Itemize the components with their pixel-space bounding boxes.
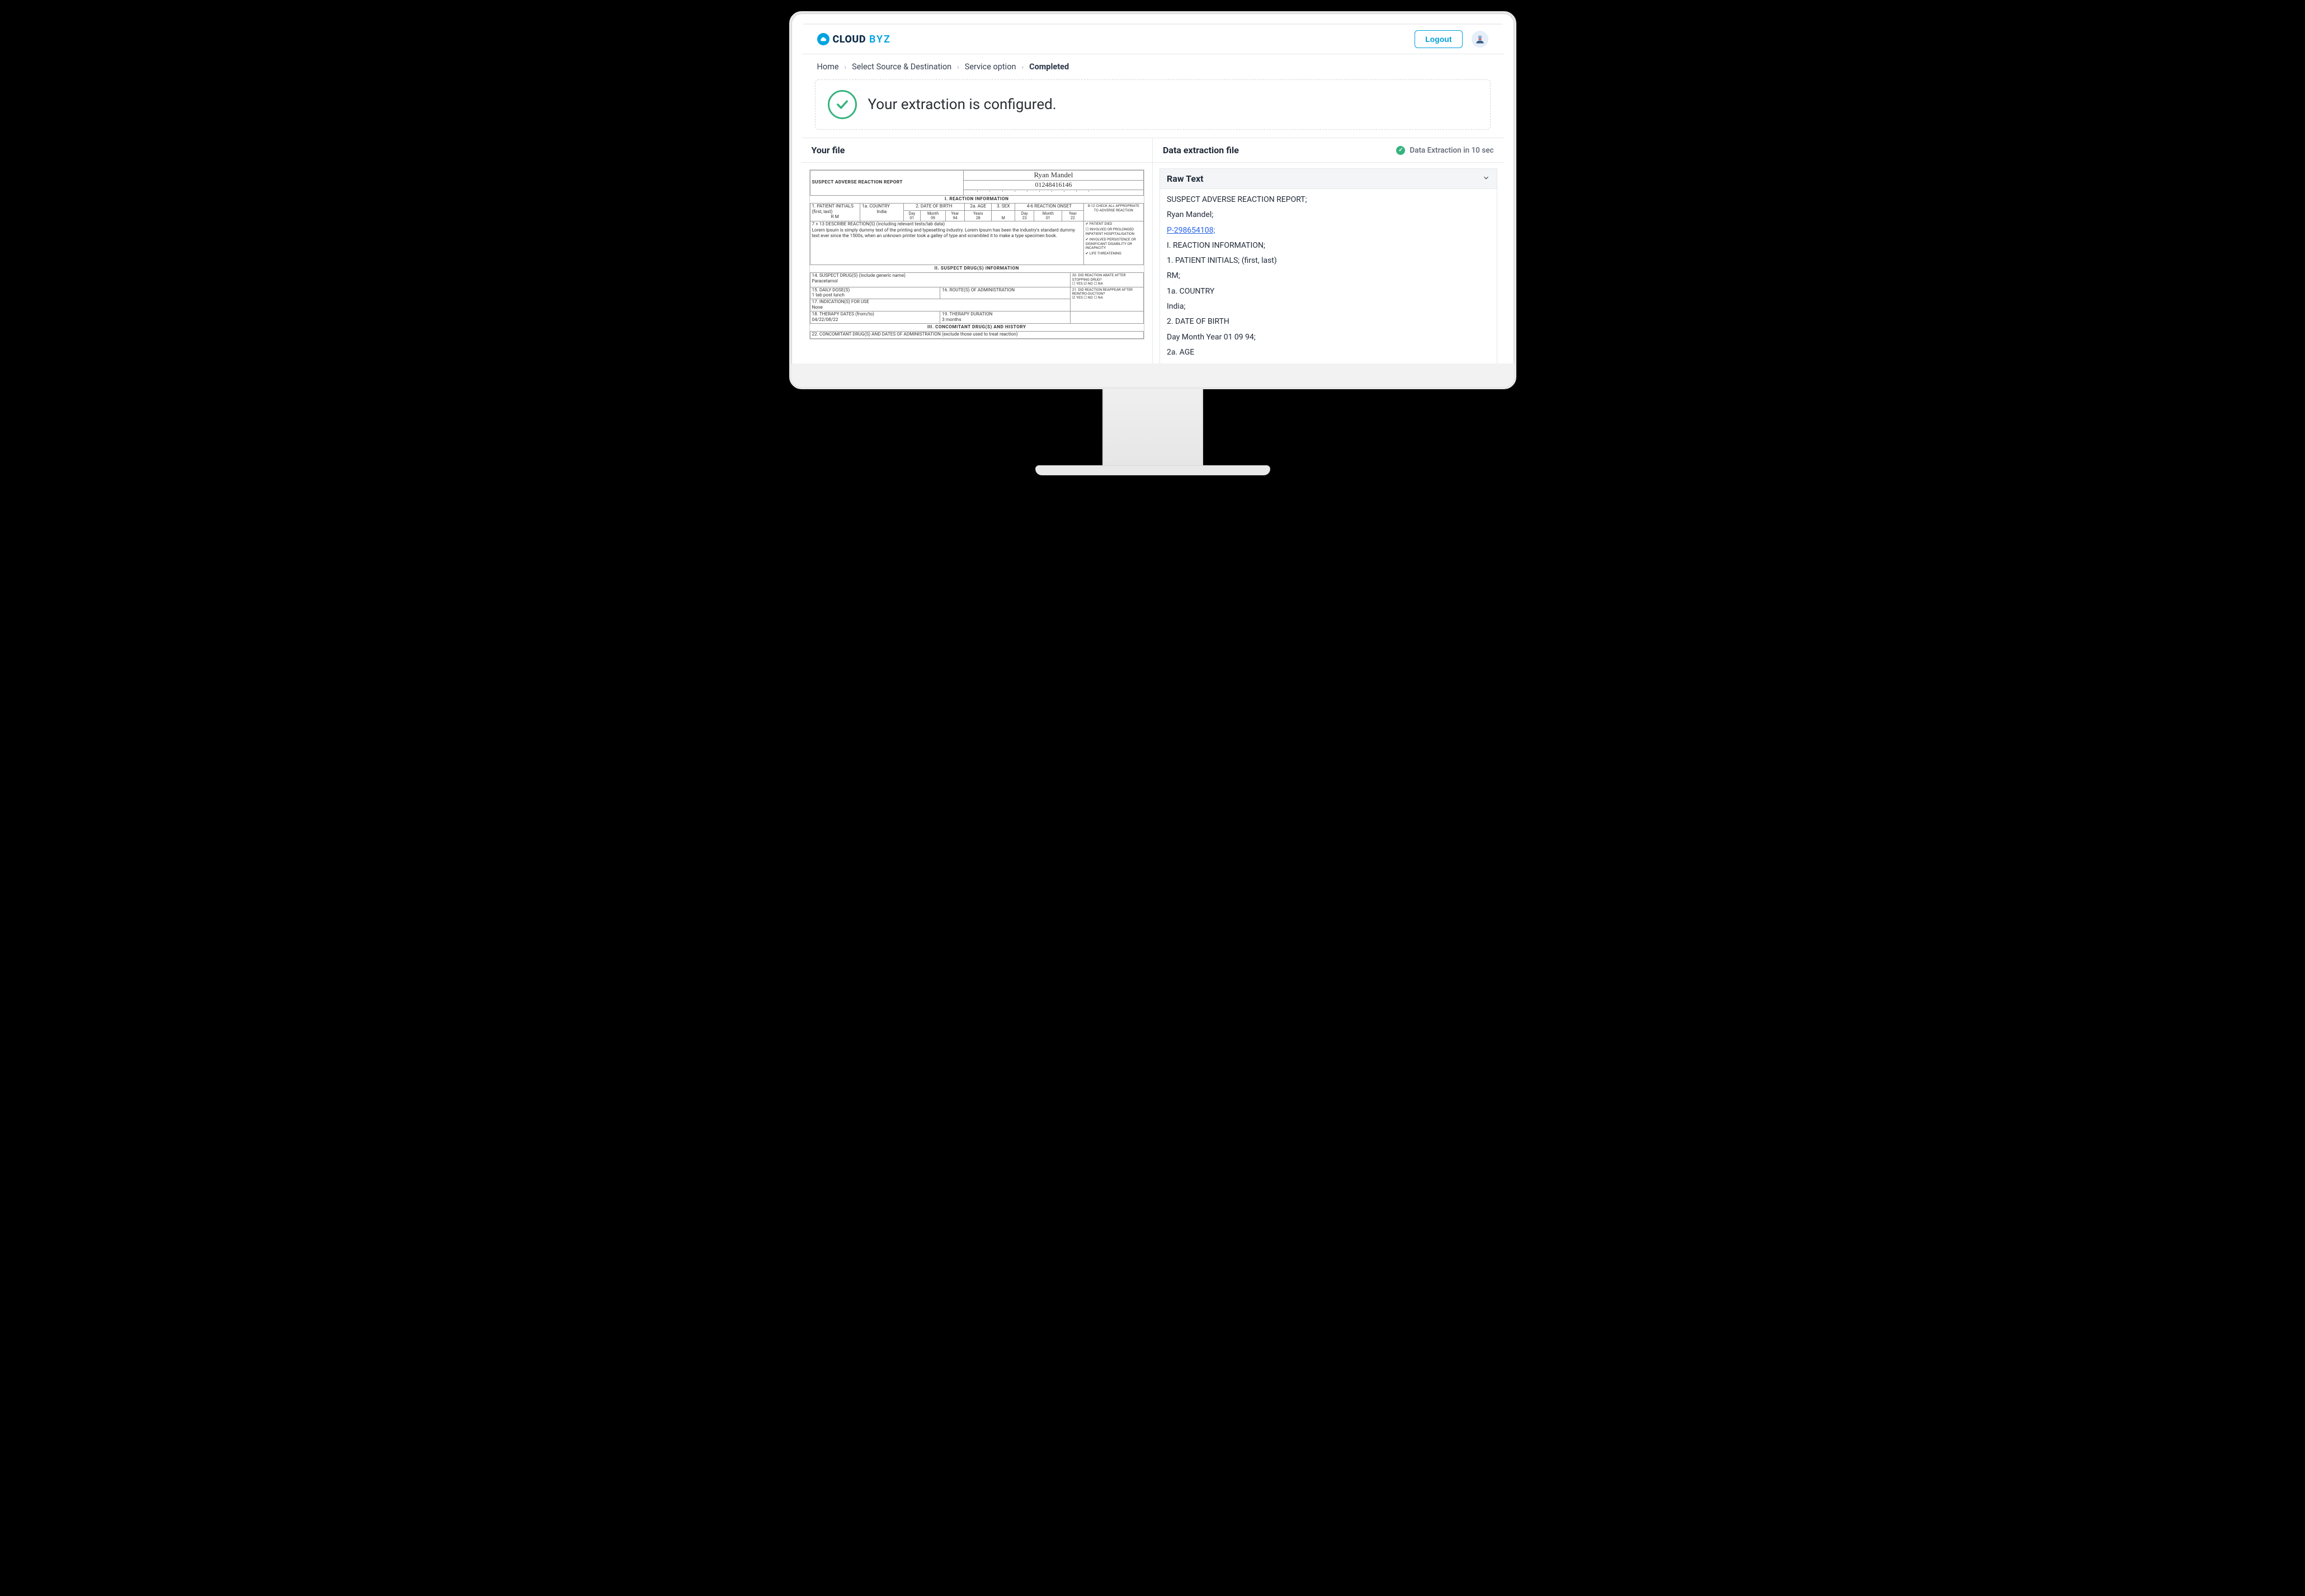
raw-text-line: I. REACTION INFORMATION; bbox=[1167, 238, 1490, 253]
screen: CLOUDBYZ Logout Home › Select Source & D… bbox=[802, 23, 1504, 363]
your-file-panel: Your file SUSPECT ADVERSE REACTION REPOR… bbox=[802, 138, 1153, 363]
breadcrumb-item[interactable]: Select Source & Destination bbox=[852, 62, 951, 72]
raw-text-line: RM; bbox=[1167, 268, 1490, 284]
raw-text-line: Years 28; bbox=[1167, 360, 1490, 363]
raw-text-line: 1a. COUNTRY bbox=[1167, 284, 1490, 299]
cloud-icon bbox=[817, 33, 829, 45]
panel-title: Data extraction file bbox=[1163, 145, 1239, 155]
app-header: CLOUDBYZ Logout bbox=[802, 25, 1504, 54]
chevron-down-icon bbox=[1482, 173, 1490, 184]
breadcrumb-item[interactable]: Service option bbox=[965, 62, 1016, 72]
logout-button[interactable]: Logout bbox=[1415, 30, 1462, 48]
raw-text-line: 2a. AGE bbox=[1167, 345, 1490, 360]
banner-message: Your extraction is configured. bbox=[868, 96, 1057, 113]
raw-text-line: SUSPECT ADVERSE REACTION REPORT; bbox=[1167, 192, 1490, 207]
raw-text-line: 1. PATIENT INITIALS; (first, last) bbox=[1167, 253, 1490, 268]
raw-text-line[interactable]: P-298654108; bbox=[1167, 223, 1490, 238]
document-preview: SUSPECT ADVERSE REACTION REPORT Ryan Man… bbox=[809, 169, 1145, 339]
check-icon: ✓ bbox=[1396, 146, 1405, 155]
brand-text-byz: BYZ bbox=[869, 34, 891, 45]
raw-text-line: India; bbox=[1167, 299, 1490, 314]
chevron-right-icon: › bbox=[845, 63, 847, 71]
brand-logo[interactable]: CLOUDBYZ bbox=[817, 33, 891, 45]
breadcrumb-item-active: Completed bbox=[1029, 62, 1069, 72]
raw-text-line: Ryan Mandel; bbox=[1167, 207, 1490, 223]
breadcrumb: Home › Select Source & Destination › Ser… bbox=[802, 54, 1504, 78]
avatar[interactable] bbox=[1472, 31, 1488, 48]
raw-text-body: SUSPECT ADVERSE REACTION REPORT;Ryan Man… bbox=[1159, 189, 1497, 363]
extraction-status: ✓ Data Extraction in 10 sec bbox=[1396, 146, 1493, 155]
raw-text-header[interactable]: Raw Text bbox=[1159, 168, 1497, 189]
chevron-right-icon: › bbox=[1021, 63, 1024, 71]
success-banner: Your extraction is configured. bbox=[815, 79, 1491, 130]
brand-text-cloud: CLOUD bbox=[833, 34, 866, 45]
breadcrumb-item[interactable]: Home bbox=[817, 62, 839, 72]
extraction-panel: Data extraction file ✓ Data Extraction i… bbox=[1152, 138, 1504, 363]
panel-title: Your file bbox=[812, 145, 845, 155]
chevron-right-icon: › bbox=[957, 63, 959, 71]
raw-text-line: 2. DATE OF BIRTH bbox=[1167, 314, 1490, 329]
raw-text-line: Day Month Year 01 09 94; bbox=[1167, 330, 1490, 345]
checkmark-circle-icon bbox=[828, 90, 857, 119]
